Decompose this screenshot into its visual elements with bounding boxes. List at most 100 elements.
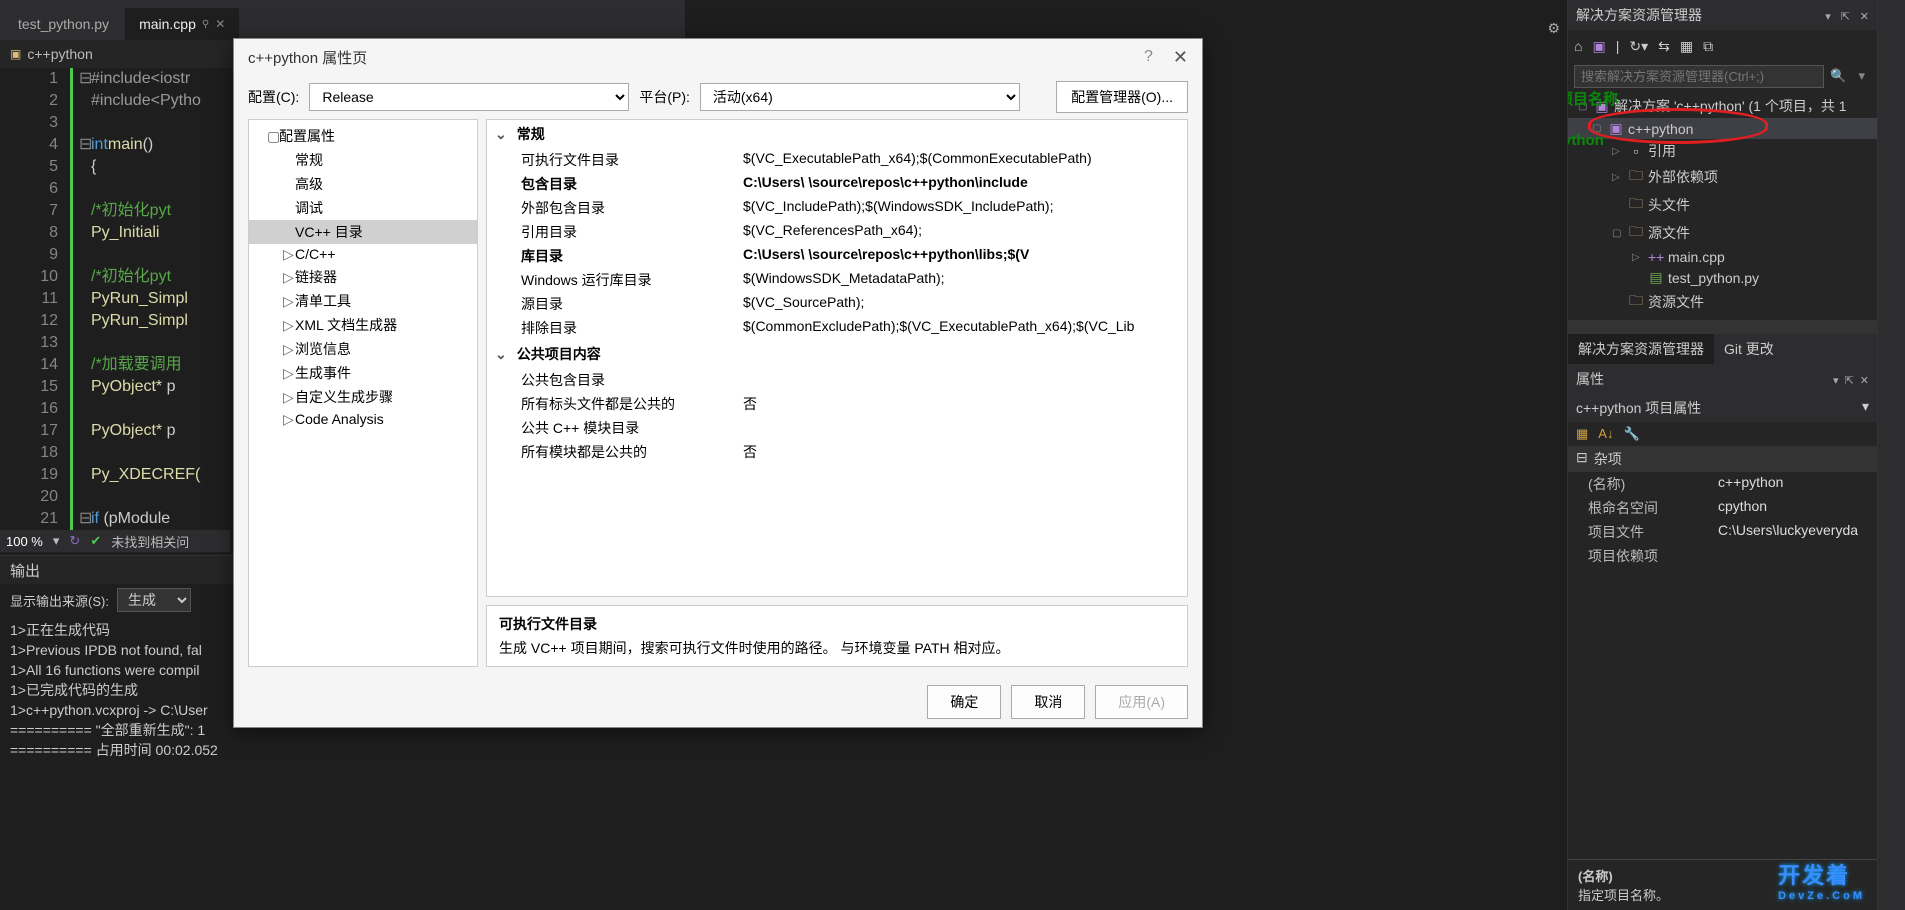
property-row[interactable]: Windows 运行库目录$(WindowsSDK_MetadataPath);	[487, 268, 1187, 292]
property-row[interactable]: 排除目录$(CommonExcludePath);$(VC_Executable…	[487, 316, 1187, 340]
categorized-icon[interactable]: ▦	[1576, 426, 1588, 442]
panel-close-icon[interactable]: ✕	[1860, 11, 1869, 23]
home-icon[interactable]: ⌂	[1574, 38, 1582, 54]
tree-node[interactable]: ▷浏览信息	[249, 337, 477, 361]
apply-button[interactable]: 应用(A)	[1095, 685, 1188, 719]
property-pages-dialog: c++python 属性页 ? ✕ 配置(C): Release 平台(P): …	[233, 38, 1203, 728]
panel-close-icon[interactable]: ✕	[1860, 375, 1869, 387]
property-row[interactable]: 项目文件C:\Users\luckyeveryda	[1568, 520, 1877, 544]
dialog-category-tree[interactable]: ▢配置属性常规高级调试VC++ 目录▷C/C++▷链接器▷清单工具▷XML 文档…	[248, 119, 478, 667]
property-row[interactable]: 所有标头文件都是公共的否	[487, 392, 1187, 416]
panel-pin-icon[interactable]: ⇱	[1841, 11, 1850, 23]
tree-node[interactable]: ▷Code Analysis	[249, 409, 477, 430]
zoom-dropdown-icon[interactable]: ▾	[53, 533, 60, 549]
properties-title: 属性	[1576, 369, 1821, 389]
cancel-button[interactable]: 取消	[1011, 685, 1085, 719]
property-row[interactable]: 可执行文件目录$(VC_ExecutablePath_x64);$(Common…	[487, 148, 1187, 172]
solution-explorer-header: 解决方案资源管理器 ▾ ⇱ ✕	[1568, 0, 1877, 30]
solution-tree[interactable]: ▢▣ 解决方案 'c++python' (1 个项目，共 1 右击项目名称 c+…	[1568, 90, 1877, 320]
tree-node[interactable]: VC++ 目录	[249, 220, 477, 244]
editor-status-bar: 100 % ▾ ↻ ✔ 未找到相关问	[0, 530, 230, 552]
property-row[interactable]: 包含目录C:\Users\ \source\repos\c++python\in…	[487, 172, 1187, 196]
dialog-buttons: 确定 取消 应用(A)	[234, 677, 1202, 727]
gear-icon[interactable]: ⚙	[1547, 20, 1560, 37]
properties-desc-title: (名称)	[1578, 866, 1867, 885]
filepath-text: c++python	[27, 46, 92, 62]
output-source-select[interactable]: 生成	[117, 588, 191, 612]
pin-icon[interactable]: ⚲	[202, 19, 209, 30]
solution-tree-node[interactable]: ▷++main.cpp	[1568, 247, 1877, 267]
tab-test-python[interactable]: test_python.py	[4, 8, 123, 40]
solution-tree-node[interactable]: ▤test_python.py	[1568, 267, 1877, 288]
panel-dropdown-icon[interactable]: ▾	[1833, 375, 1839, 387]
property-row[interactable]: 库目录C:\Users\ \source\repos\c++python\lib…	[487, 244, 1187, 268]
solution-scrollbar[interactable]	[1568, 320, 1877, 334]
tree-node[interactable]: 高级	[249, 172, 477, 196]
tree-node[interactable]: ▷链接器	[249, 265, 477, 289]
property-row[interactable]: 源目录$(VC_SourcePath);	[487, 292, 1187, 316]
showall-icon[interactable]: ▦	[1680, 38, 1693, 55]
panel-dropdown-icon[interactable]: ▾	[1825, 11, 1831, 23]
config-manager-button[interactable]: 配置管理器(O)...	[1056, 81, 1188, 113]
code-editor[interactable]: 123456789101112131415161718192021 ⊟#incl…	[0, 68, 230, 530]
properties-desc-body: 指定项目名称。	[1578, 885, 1867, 904]
property-row[interactable]: 所有模块都是公共的否	[487, 440, 1187, 464]
collapse-icon[interactable]: ⧉	[1703, 38, 1713, 55]
tree-node[interactable]: ▷自定义生成步骤	[249, 385, 477, 409]
folder-icon: ▣	[10, 47, 21, 61]
solution-tree-node[interactable]: 🗀资源文件	[1568, 288, 1877, 316]
tree-node[interactable]: ▷生成事件	[249, 361, 477, 385]
properties-panel: 属性 ▾⇱✕ c++python 项目属性▾ ▦ A↓ 🔧 ⊟杂项(名称)c++…	[1568, 364, 1877, 910]
sync-icon[interactable]: ▣	[1592, 38, 1605, 55]
wrench-icon[interactable]: 🔧	[1623, 426, 1639, 442]
dialog-title: c++python 属性页	[248, 47, 367, 68]
dialog-close-icon[interactable]: ✕	[1173, 47, 1188, 68]
property-row[interactable]: (名称)c++python	[1568, 472, 1877, 496]
code-area[interactable]: ⊟#include <iostr#include <Pytho⊟int main…	[70, 68, 230, 530]
tab-main-cpp[interactable]: main.cpp ⚲ ✕	[125, 8, 239, 40]
search-icon[interactable]: 🔍	[1824, 68, 1852, 84]
solution-search-input[interactable]	[1574, 65, 1824, 88]
dialog-config-row: 配置(C): Release 平台(P): 活动(x64) 配置管理器(O)..…	[234, 75, 1202, 119]
solution-root[interactable]: ▢▣ 解决方案 'c++python' (1 个项目，共 1	[1568, 94, 1877, 118]
config-label: 配置(C):	[248, 87, 299, 107]
right-column: 解决方案资源管理器 ▾ ⇱ ✕ ⌂ ▣ | ↻▾ ⇆ ▦ ⧉ 🔍 ▾ ▢▣ 解决…	[1567, 0, 1877, 910]
property-row[interactable]: 公共包含目录	[487, 368, 1187, 392]
nav-icon[interactable]: ↻	[69, 533, 80, 549]
properties-grid[interactable]: ⊟杂项(名称)c++python根命名空间cpython项目文件C:\Users…	[1568, 446, 1877, 859]
tab-solution-explorer[interactable]: 解决方案资源管理器	[1568, 334, 1714, 364]
dialog-property-grid[interactable]: ⌄常规可执行文件目录$(VC_ExecutablePath_x64);$(Com…	[486, 119, 1188, 597]
solution-tree-node[interactable]: ▷▫引用	[1568, 139, 1877, 163]
solution-tree-node[interactable]: 🗀头文件	[1568, 191, 1877, 219]
tree-node[interactable]: 调试	[249, 196, 477, 220]
alphabetical-icon[interactable]: A↓	[1598, 426, 1613, 442]
panel-pin-icon[interactable]: ⇱	[1845, 375, 1854, 387]
far-right-sidebar	[1877, 0, 1905, 910]
solution-tree-node[interactable]: ▷🗀外部依赖项	[1568, 163, 1877, 191]
property-row[interactable]: 项目依赖项	[1568, 544, 1877, 568]
tree-node[interactable]: ▷XML 文档生成器	[249, 313, 477, 337]
back-icon[interactable]: ⇆	[1658, 38, 1670, 55]
solution-tree-node[interactable]: ▢▣c++python	[1568, 118, 1877, 139]
property-row[interactable]: 引用目录$(VC_ReferencesPath_x64);	[487, 220, 1187, 244]
property-row[interactable]: 根命名空间cpython	[1568, 496, 1877, 520]
close-icon[interactable]: ✕	[215, 17, 225, 31]
solution-tree-node[interactable]: ▢🗀源文件	[1568, 219, 1877, 247]
tree-node[interactable]: 常规	[249, 148, 477, 172]
help-icon[interactable]: ?	[1144, 48, 1153, 66]
properties-toolbar: ▦ A↓ 🔧	[1568, 422, 1877, 446]
tree-node[interactable]: ▷清单工具	[249, 289, 477, 313]
ok-button[interactable]: 确定	[927, 685, 1001, 719]
config-select[interactable]: Release	[309, 83, 629, 111]
desc-title: 可执行文件目录	[499, 614, 1175, 634]
property-row[interactable]: 公共 C++ 模块目录	[487, 416, 1187, 440]
property-row[interactable]: 外部包含目录$(VC_IncludePath);$(WindowsSDK_Inc…	[487, 196, 1187, 220]
tab-git-changes[interactable]: Git 更改	[1714, 334, 1784, 364]
search-dropdown-icon[interactable]: ▾	[1852, 68, 1871, 84]
tree-node[interactable]: ▷C/C++	[249, 244, 477, 265]
refresh-icon[interactable]: ↻▾	[1629, 38, 1648, 55]
zoom-level[interactable]: 100 %	[6, 534, 43, 549]
dialog-description: 可执行文件目录 生成 VC++ 项目期间，搜索可执行文件时使用的路径。 与环境变…	[486, 605, 1188, 667]
tree-node[interactable]: ▢配置属性	[249, 124, 477, 148]
platform-select[interactable]: 活动(x64)	[700, 83, 1020, 111]
